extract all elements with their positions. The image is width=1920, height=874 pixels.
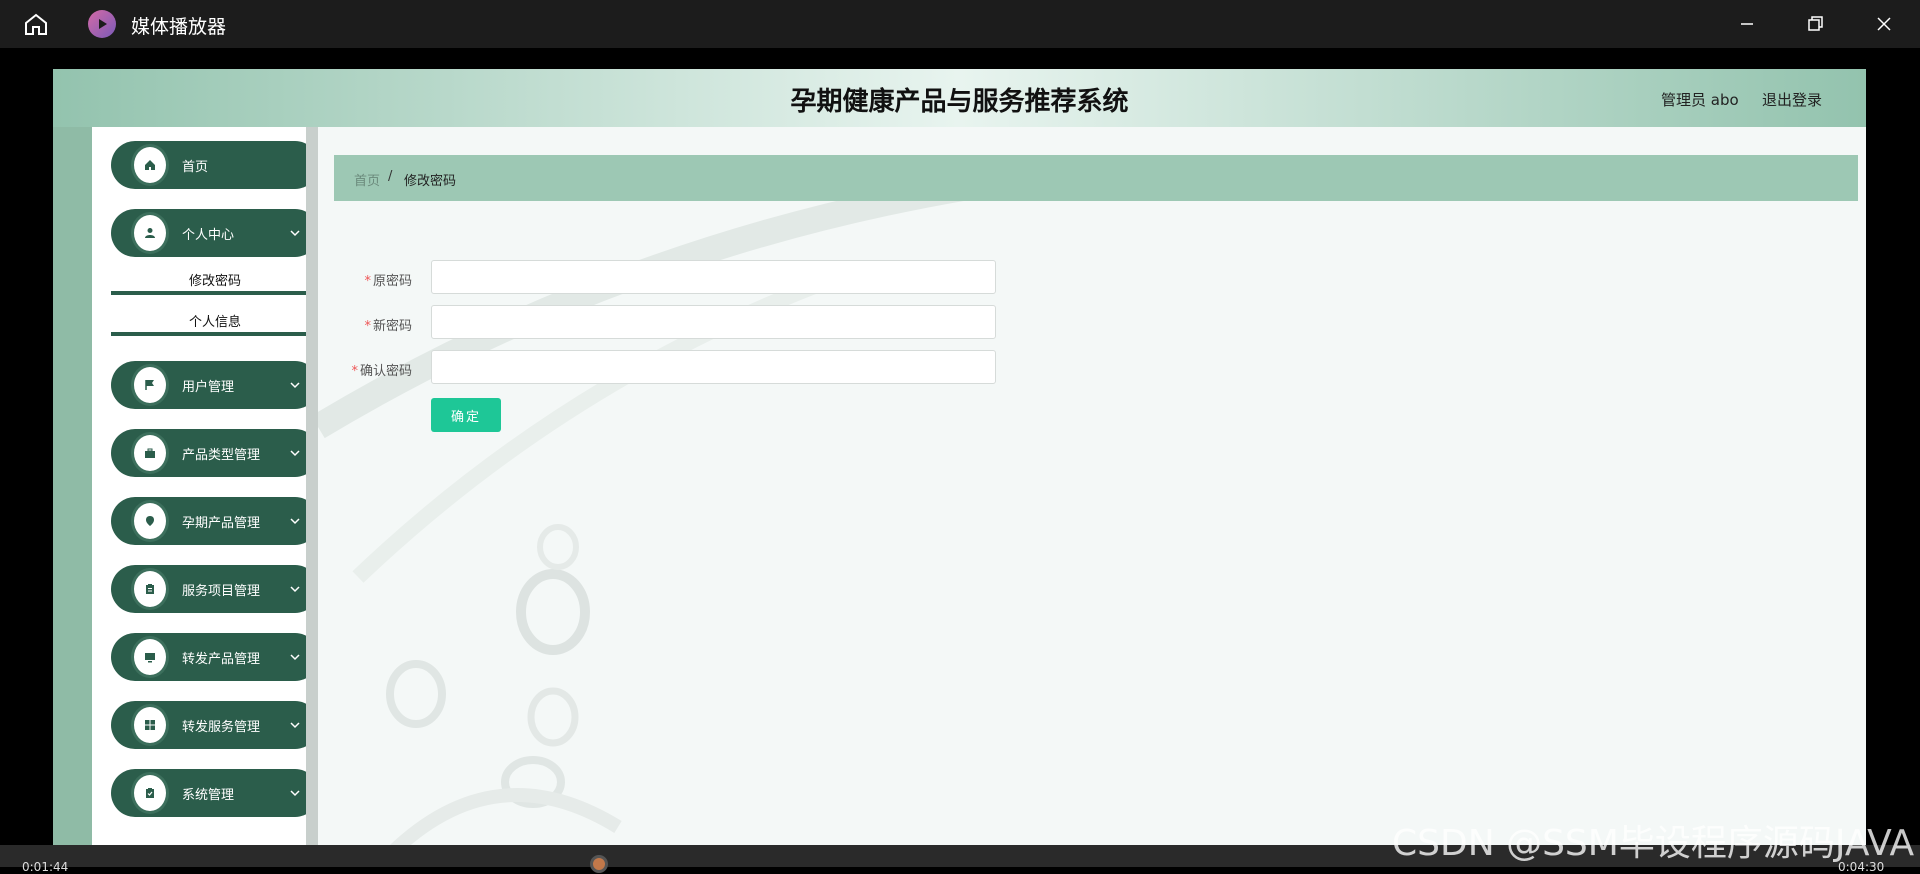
breadcrumb-home-link[interactable]: 首页 bbox=[354, 170, 380, 189]
chevron-down-icon bbox=[290, 230, 300, 237]
site-title: 孕期健康产品与服务推荐系统 bbox=[790, 87, 1129, 117]
sidebar-item-pregnancy-product-management[interactable]: 孕期产品管理 bbox=[111, 497, 319, 545]
sidebar-item-product-type-management[interactable]: 产品类型管理 bbox=[111, 429, 319, 477]
background-decoration bbox=[318, 174, 971, 867]
confirm-password-label: * 确认密码 bbox=[351, 364, 412, 379]
old-password-label: * 原密码 bbox=[364, 274, 412, 289]
submenu-item-label: 个人信息 bbox=[188, 315, 241, 330]
sidebar-item-label: 首页 bbox=[182, 160, 209, 175]
confirm-password-field[interactable] bbox=[431, 350, 996, 384]
sidebar-item-label: 产品类型管理 bbox=[182, 448, 261, 463]
main-content: 首页 / 修改密码 * 原密码 * 新密码 * 确认密码 确定 bbox=[318, 127, 1866, 867]
sidebar-backdrop: 首页 个人中心 修改密码 个人信息 用户管理 产品类型管理 孕期产品管理 服务项… bbox=[53, 127, 319, 867]
home-icon bbox=[131, 144, 169, 186]
window-title: 媒体播放器 bbox=[131, 16, 227, 38]
required-mark: * bbox=[364, 319, 371, 334]
chevron-down-icon bbox=[290, 450, 300, 457]
confirm-button[interactable]: 确定 bbox=[431, 398, 501, 432]
monitor-icon bbox=[131, 636, 169, 678]
current-user-label: 管理员 abo bbox=[1661, 91, 1739, 109]
sidebar: 首页 个人中心 修改密码 个人信息 用户管理 产品类型管理 孕期产品管理 服务项… bbox=[92, 127, 319, 867]
home-icon[interactable] bbox=[22, 12, 50, 36]
breadcrumb-separator: / bbox=[388, 169, 393, 184]
submenu-item-label: 修改密码 bbox=[188, 274, 241, 289]
location-pin-icon bbox=[131, 500, 169, 542]
required-mark: * bbox=[351, 364, 358, 379]
window-titlebar: 媒体播放器 bbox=[0, 0, 1920, 48]
sidebar-item-label: 转发服务管理 bbox=[182, 720, 261, 735]
sidebar-item-label: 用户管理 bbox=[182, 380, 235, 395]
sidebar-item-user-management[interactable]: 用户管理 bbox=[111, 361, 319, 409]
sidebar-item-system-management[interactable]: 系统管理 bbox=[111, 769, 319, 817]
sidebar-item-label: 转发产品管理 bbox=[182, 652, 261, 667]
chevron-down-icon bbox=[290, 790, 300, 797]
sidebar-item-label: 孕期产品管理 bbox=[182, 516, 261, 531]
breadcrumb-current: 修改密码 bbox=[404, 174, 457, 189]
new-password-label: * 新密码 bbox=[364, 319, 412, 334]
sidebar-item-forward-service-management[interactable]: 转发服务管理 bbox=[111, 701, 319, 749]
submenu-item-personal-info[interactable]: 个人信息 bbox=[111, 302, 319, 336]
sidebar-item-label: 个人中心 bbox=[182, 228, 235, 243]
seek-handle[interactable] bbox=[590, 855, 608, 873]
chevron-down-icon bbox=[290, 654, 300, 661]
elapsed-time: 0:01:44 bbox=[22, 860, 69, 874]
flag-icon bbox=[131, 364, 169, 406]
required-mark: * bbox=[364, 274, 371, 289]
sidebar-scroll-edge bbox=[306, 127, 318, 867]
grid-icon bbox=[131, 704, 169, 746]
sidebar-item-forward-product-management[interactable]: 转发产品管理 bbox=[111, 633, 319, 681]
submenu-item-change-password[interactable]: 修改密码 bbox=[111, 261, 319, 295]
close-icon[interactable] bbox=[1869, 10, 1899, 38]
sidebar-item-personal-center[interactable]: 个人中心 bbox=[111, 209, 319, 257]
chevron-down-icon bbox=[290, 382, 300, 389]
clipboard-icon bbox=[131, 568, 169, 610]
media-player-app-icon bbox=[88, 10, 116, 38]
sidebar-item-label: 服务项目管理 bbox=[182, 584, 261, 599]
logout-link[interactable]: 退出登录 bbox=[1762, 89, 1822, 110]
restore-icon[interactable] bbox=[1800, 10, 1830, 38]
sidebar-item-label: 系统管理 bbox=[182, 788, 235, 803]
chevron-down-icon bbox=[290, 722, 300, 729]
briefcase-icon bbox=[131, 432, 169, 474]
csdn-watermark: CSDN @SSM毕设程序源码JAVA bbox=[1392, 823, 1915, 864]
site-header: 孕期健康产品与服务推荐系统 管理员 abo 退出登录 bbox=[53, 69, 1866, 127]
clipboard-check-icon bbox=[131, 772, 169, 814]
chevron-down-icon bbox=[290, 518, 300, 525]
breadcrumb: 首页 / 修改密码 bbox=[334, 155, 1858, 201]
web-page: 孕期健康产品与服务推荐系统 管理员 abo 退出登录 首页 个人中心 修改密码 bbox=[53, 69, 1866, 867]
minimize-icon[interactable] bbox=[1732, 10, 1762, 38]
new-password-field[interactable] bbox=[431, 305, 996, 339]
sidebar-item-service-project-management[interactable]: 服务项目管理 bbox=[111, 565, 319, 613]
old-password-field[interactable] bbox=[431, 260, 996, 294]
user-icon bbox=[131, 212, 169, 254]
chevron-down-icon bbox=[290, 586, 300, 593]
sidebar-item-home[interactable]: 首页 bbox=[111, 141, 319, 189]
